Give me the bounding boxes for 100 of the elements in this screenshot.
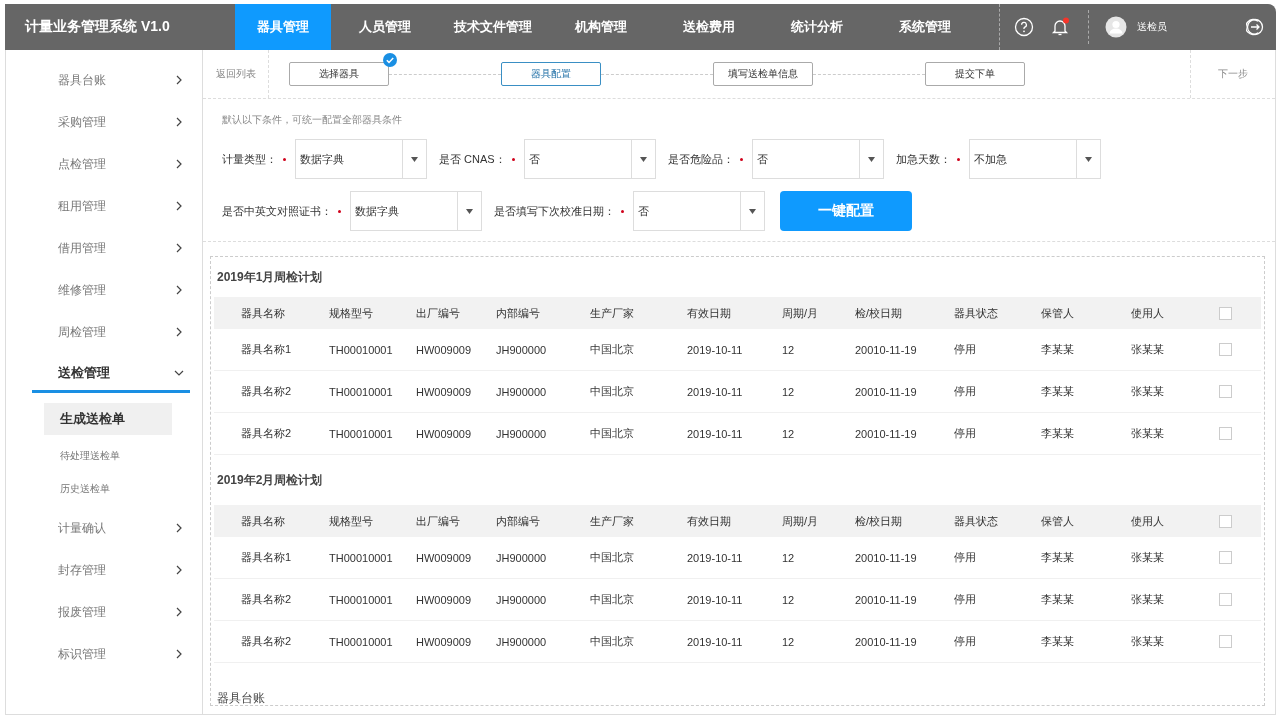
column-header: 保管人 (1041, 305, 1075, 321)
nav-tab[interactable]: 技术文件管理 (439, 4, 547, 50)
table-cell-text: 停用 (954, 550, 977, 565)
table-cell-text: JH900000 (496, 343, 548, 356)
dropdown-field[interactable]: 不加急 (968, 139, 1101, 179)
field-label: 计量类型： (222, 151, 277, 167)
help-icon[interactable] (1014, 17, 1034, 37)
sidebar-item[interactable]: 报废管理 (32, 591, 190, 633)
table-cell-text: 12 (782, 385, 796, 398)
table-cell-text: TH00010001 (329, 427, 394, 440)
step[interactable]: 提交下单 (925, 62, 1025, 86)
column-header: 内部编号 (496, 305, 541, 321)
nav-tab[interactable]: 统计分析 (763, 4, 871, 50)
field-label: 是否 CNAS： (439, 151, 506, 167)
dropdown-caret-icon (867, 157, 875, 162)
chevron-right-icon (174, 327, 184, 337)
table-cell-text: 张某某 (1131, 384, 1165, 399)
table-cell-text: 20010-11-19 (855, 551, 918, 564)
sidebar-item[interactable]: 封存管理 (32, 549, 190, 591)
sidebar-item[interactable]: 借用管理 (32, 227, 190, 269)
app-title: 计量业务管理系统 V1.0 (23, 18, 171, 36)
table-cell-text: TH00010001 (329, 343, 394, 356)
table-cell-text: JH900000 (496, 385, 548, 398)
table-cell-text: 李某某 (1041, 342, 1075, 357)
nav-tab[interactable]: 送检费用 (655, 4, 763, 50)
table-cell-text: 张某某 (1131, 592, 1165, 607)
step[interactable]: 选择器具 (289, 62, 389, 86)
user-name: 送检员 (1137, 20, 1167, 34)
sidebar-item[interactable]: 计量确认 (32, 507, 190, 549)
table-cell-text: 器具名称1 (241, 342, 293, 357)
sidebar-subitem[interactable]: 待处理送检单 (44, 439, 172, 472)
checkbox[interactable] (1219, 306, 1232, 320)
table-cell-text: 中国北京 (590, 384, 635, 399)
sidebar-item[interactable]: 器具台账 (32, 59, 190, 101)
sidebar-subitem[interactable]: 生成送检单 (44, 403, 172, 435)
table-cell-text: 李某某 (1041, 634, 1075, 649)
dropdown-caret-icon (1084, 157, 1092, 162)
chevron-right-icon (174, 607, 184, 617)
dropdown-field[interactable]: 否 (751, 139, 884, 179)
sidebar-item[interactable]: 周检管理 (32, 311, 190, 353)
table-cell-text: 张某某 (1131, 550, 1165, 565)
nav-tab[interactable]: 机构管理 (547, 4, 655, 50)
field-label: 是否危险品： (667, 151, 734, 167)
sidebar-subitem[interactable]: 历史送检单 (44, 472, 172, 505)
chevron-right-icon (174, 75, 184, 85)
column-header: 有效日期 (687, 305, 732, 321)
sidebar-item[interactable]: 送检管理 (32, 355, 190, 393)
step[interactable]: 填写送检单信息 (713, 62, 813, 86)
column-header: 保管人 (1041, 513, 1075, 529)
table-cell-text: 20010-11-19 (855, 593, 918, 606)
checkbox[interactable] (1219, 551, 1232, 564)
nav-tab[interactable]: 系统管理 (871, 4, 979, 50)
checkbox[interactable] (1219, 385, 1232, 398)
table-cell-text: 2019-10-11 (687, 427, 744, 440)
table-cell-text: 停用 (954, 634, 977, 649)
table-cell-text: HW009009 (416, 385, 473, 398)
checkbox[interactable] (1219, 514, 1232, 528)
column-header: 器具名称 (241, 513, 286, 529)
column-header: 检/校日期 (855, 305, 904, 321)
checkbox[interactable] (1219, 593, 1232, 606)
back-link[interactable]: 返回列表 (203, 50, 269, 98)
sidebar-item[interactable]: 采购管理 (32, 101, 190, 143)
table-cell-text: JH900000 (496, 551, 548, 564)
sidebar-item[interactable]: 维修管理 (32, 269, 190, 311)
table-cell-text: 器具名称2 (241, 592, 293, 607)
table-cell-text: 停用 (954, 426, 977, 441)
table-cell-text: HW009009 (416, 427, 473, 440)
table-cell-text: JH900000 (496, 635, 548, 648)
step[interactable]: 器具配置 (501, 62, 601, 86)
table-cell-text: 李某某 (1041, 592, 1075, 607)
logout-icon[interactable] (1246, 18, 1264, 36)
field-label: 是否填写下次校准日期： (494, 203, 615, 219)
sidebar-item[interactable]: 标识管理 (32, 633, 190, 675)
sidebar-item[interactable]: 租用管理 (32, 185, 190, 227)
sidebar-item[interactable]: 点检管理 (32, 143, 190, 185)
dropdown-field[interactable]: 否 (523, 139, 656, 179)
checkbox[interactable] (1219, 635, 1232, 648)
table-cell-text: 2019-10-11 (687, 593, 744, 606)
column-header: 检/校日期 (855, 513, 904, 529)
table-cell-text: 中国北京 (590, 342, 635, 357)
dropdown-field[interactable]: 否 (633, 191, 765, 231)
chevron-right-icon (174, 649, 184, 659)
table-cell-text: 12 (782, 427, 796, 440)
dropdown-field[interactable]: 数据字典 (295, 139, 427, 179)
table-cell-text: 停用 (954, 342, 977, 357)
checkbox[interactable] (1219, 427, 1232, 440)
table-cell-text: TH00010001 (329, 593, 394, 606)
table-cell-text: 12 (782, 635, 796, 648)
table-cell-text: HW009009 (416, 635, 473, 648)
next-step-link[interactable]: 下一步 (1190, 50, 1275, 98)
column-header: 器具状态 (954, 305, 999, 321)
chevron-right-icon (174, 201, 184, 211)
field-label: 是否中英文对照证书： (222, 203, 332, 219)
nav-tab[interactable]: 器具管理 (235, 4, 331, 50)
checkbox[interactable] (1219, 343, 1232, 356)
apply-button[interactable]: 一键配置 (780, 191, 912, 231)
dropdown-field[interactable]: 数据字典 (350, 191, 482, 231)
avatar-icon[interactable] (1105, 16, 1127, 38)
table-cell-text: 20010-11-19 (855, 427, 918, 440)
nav-tab[interactable]: 人员管理 (331, 4, 439, 50)
